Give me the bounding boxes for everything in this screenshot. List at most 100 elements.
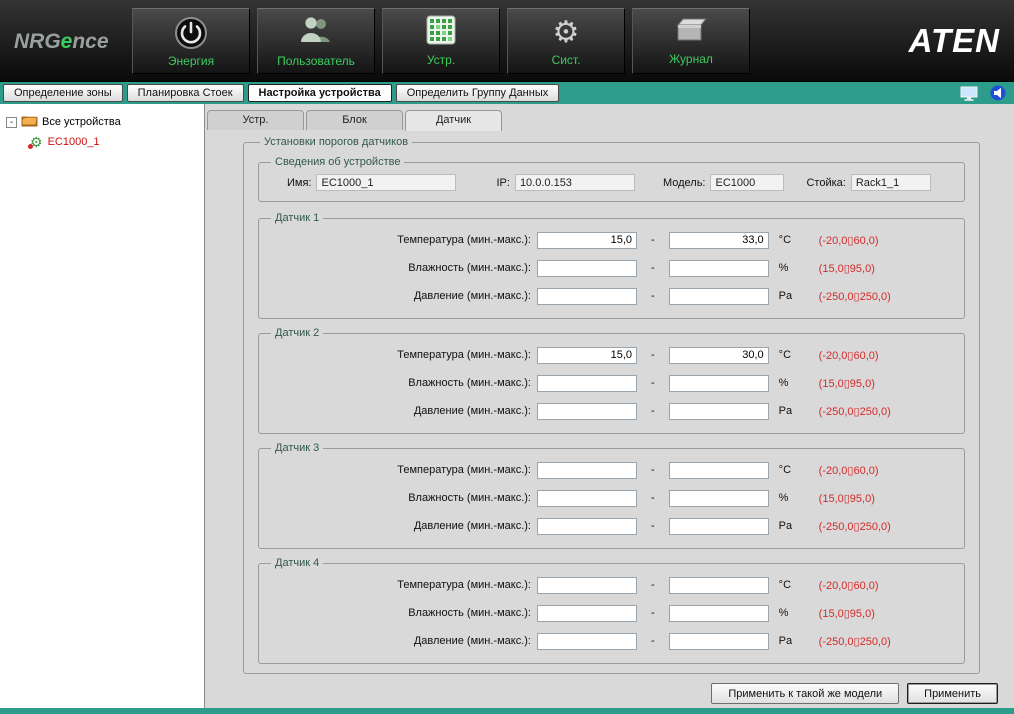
brand-prefix: NRG [14,30,61,53]
sensor-4-temp-max-input[interactable] [668,576,769,594]
sensor-1-pres-min-input[interactable] [537,287,637,305]
humidity-unit: % [778,492,789,504]
data-group-button[interactable]: Определить Группу Данных [395,84,560,102]
content-area: Устр. Блок Датчик Установки порогов датч… [205,104,1014,708]
device-setup-button[interactable]: Настройка устройства [247,84,392,102]
name-label: Имя: [287,176,312,189]
apply-button[interactable]: Применить [907,683,998,704]
rack-planning-button[interactable]: Планировка Стоек [126,84,244,102]
range-dash: - [651,405,655,417]
function-toolbar: Определение зоны Планировка Стоек Настро… [0,82,1014,104]
range-dash: - [651,377,655,389]
sensor-3-pres-max-input[interactable] [668,517,769,535]
model-field[interactable] [710,174,785,191]
pressure-range-hint: (-250,0▯250,0) [818,290,891,303]
sensor-1-temp-max-input[interactable] [668,231,769,249]
journal-folder-icon [673,16,709,49]
sensor-1-hum-min-input[interactable] [537,259,637,277]
rack-label: Стойка: [806,176,846,189]
apply-same-model-button[interactable]: Применить к такой же модели [711,683,900,704]
tree-root-label: Все устройства [42,116,121,128]
nav-user-label: Пользователь [277,54,355,68]
range-dash: - [651,492,655,504]
nav-user[interactable]: Пользователь [257,8,375,74]
aten-logo: ATEN [908,22,1000,59]
temperature-range-hint: (-20,0▯60,0) [818,579,879,592]
range-dash: - [651,234,655,246]
nav-device-label: Устр. [426,53,456,67]
humidity-unit: % [778,377,789,389]
sensor-4-temp-min-input[interactable] [537,576,637,594]
pressure-range-hint: (-250,0▯250,0) [818,520,891,533]
temperature-label: Температура (мин.-макс.): [397,234,531,246]
sensor-2-pres-min-input[interactable] [537,402,637,420]
temperature-range-hint: (-20,0▯60,0) [818,349,879,362]
name-field[interactable] [316,174,457,191]
tab-device[interactable]: Устр. [207,110,304,130]
sensor-3-pressure-row: Давление (мин.-макс.): - Pa (-250,0▯250,… [267,512,956,540]
sensor-4-pres-max-input[interactable] [668,632,769,650]
sensor-2-hum-max-input[interactable] [668,374,769,392]
sensor-3-temp-max-input[interactable] [668,461,769,479]
sensor-2-hum-min-input[interactable] [537,374,637,392]
nav-energy[interactable]: Энергия [132,8,250,74]
monitor-icon[interactable] [960,86,978,101]
sensor-4-hum-max-input[interactable] [668,604,769,622]
nav-journal[interactable]: Журнал [632,8,750,74]
range-dash: - [651,290,655,302]
pressure-label: Давление (мин.-макс.): [413,520,531,532]
pressure-range-hint: (-250,0▯250,0) [818,635,891,648]
speaker-icon[interactable] [990,85,1006,101]
device-grid-icon [426,15,456,50]
tree-root-all-devices[interactable]: - Все устройства [4,112,200,132]
sensor-thresholds-group: Установки порогов датчиков Сведения об у… [243,136,980,674]
nrgence-logo: NRGence [14,30,109,54]
temperature-label: Температура (мин.-макс.): [397,349,531,361]
sensor-1-temp-min-input[interactable] [537,231,637,249]
nav-device[interactable]: Устр. [382,8,500,74]
zone-definition-button[interactable]: Определение зоны [3,84,123,102]
sensor-3-pres-min-input[interactable] [537,517,637,535]
tree-item-device[interactable]: ⚙ EC1000_1 [4,132,200,152]
pressure-label: Давление (мин.-макс.): [413,635,531,647]
power-icon [173,15,209,51]
sensor-2-pres-max-input[interactable] [668,402,769,420]
sensor-2-temp-max-input[interactable] [668,346,769,364]
sensor-2-group: Датчик 2 Температура (мин.-макс.): - °C … [258,327,965,434]
pressure-label: Давление (мин.-макс.): [413,405,531,417]
sensor-4-hum-min-input[interactable] [537,604,637,622]
brand-suffix: nce [72,30,109,53]
humidity-label: Влажность (мин.-макс.): [408,607,531,619]
device-info-row: Имя: IP: Модель: Стойка: [267,174,956,191]
pressure-unit: Pa [778,290,793,302]
ip-field[interactable] [514,174,635,191]
sensor-1-temperature-row: Температура (мин.-макс.): - °C (-20,0▯60… [267,226,956,254]
nav-journal-label: Журнал [669,52,713,66]
nav-energy-label: Энергия [167,53,215,68]
range-dash: - [651,635,655,647]
toolbar-right-icons [960,85,1006,101]
folder-icon [21,114,38,130]
sensor-3-title: Датчик 3 [275,442,320,454]
sensor-3-hum-max-input[interactable] [668,489,769,507]
nav-system[interactable]: ⚙ Сист. [507,8,625,74]
collapse-icon[interactable]: - [6,116,17,128]
sensor-4-pres-min-input[interactable] [537,632,637,650]
sensor-4-temperature-row: Температура (мин.-макс.): - °C (-20,0▯60… [267,571,956,599]
humidity-range-hint: (15,0▯95,0) [818,492,875,505]
humidity-label: Влажность (мин.-макс.): [408,377,531,389]
sensor-2-temp-min-input[interactable] [537,346,637,364]
sensor-3-temp-min-input[interactable] [537,461,637,479]
humidity-range-hint: (15,0▯95,0) [818,377,875,390]
tab-sensor[interactable]: Датчик [405,110,502,131]
sensor-3-hum-min-input[interactable] [537,489,637,507]
sensor-1-hum-max-input[interactable] [668,259,769,277]
device-info-title: Сведения об устройстве [275,156,401,168]
brand-accent: e [60,30,73,53]
rack-field[interactable] [850,174,931,191]
users-icon [298,14,334,51]
tab-block[interactable]: Блок [306,110,403,130]
sensor-1-pres-max-input[interactable] [668,287,769,305]
range-dash: - [651,349,655,361]
range-dash: - [651,464,655,476]
